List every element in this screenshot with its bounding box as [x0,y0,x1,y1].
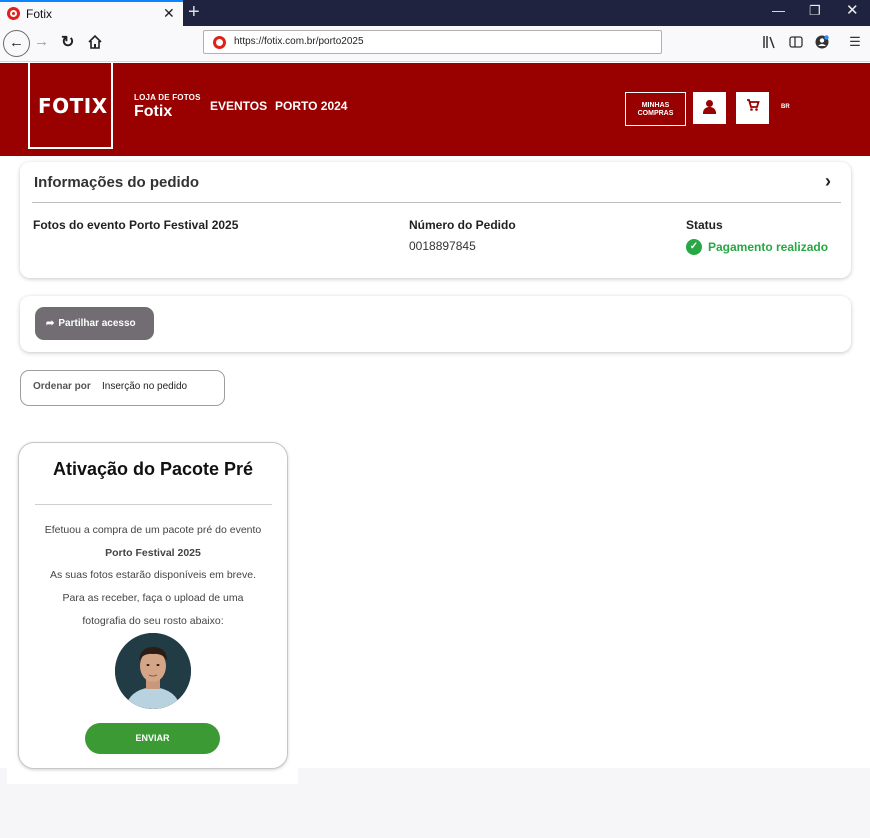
account-icon[interactable] [814,34,830,50]
divider [32,202,841,203]
library-icon[interactable] [762,34,778,50]
share-access-label: Partilhar acesso [58,318,136,329]
logo-text: FOTIX [38,94,108,118]
window-close-icon[interactable]: ✕ [846,3,859,19]
menu-hamburger-icon[interactable]: ☰ [847,34,863,50]
logo[interactable]: FOTIX [28,63,113,149]
browser-tab[interactable]: Fotix ✕ [0,0,183,26]
check-circle-icon: ✓ [686,239,702,255]
order-info-title: Informações do pedido [34,174,200,191]
nav-link-porto-2024[interactable]: PORTO 2024 [275,99,347,113]
package-text-line: As suas fotos estarão disponíveis em bre… [49,569,257,581]
window-minimize-icon[interactable]: — [772,3,785,19]
fotix-favicon-icon [7,7,20,20]
package-activation-card: Ativação do Pacote Pré Efetuou a compra … [18,442,288,769]
my-purchases-label-1: MINHAS [641,102,670,109]
package-text-line: Efetuou a compra de um pacote pré do eve… [44,524,262,536]
sort-select[interactable]: Ordenar por Inserção no pedido [20,370,225,406]
back-arrow-icon[interactable]: ← [3,30,30,57]
site-header: FOTIX LOJA DE FOTOS Fotix EVENTOS PORTO … [0,63,870,156]
browser-toolbar: ← → ↻ https://fotix.com.br/porto2025 ☰ [0,26,870,62]
order-info-card: Informações do pedido › Fotos do evento … [20,162,851,278]
status-label: Status [686,218,723,232]
new-tab-icon[interactable]: + [188,1,200,23]
nav-link-eventos[interactable]: EVENTOS [210,99,267,113]
my-purchases-label-2: COMPRAS [637,110,674,117]
package-event-name: Porto Festival 2025 [105,547,201,559]
share-access-card: ➦ Partilhar acesso [20,296,851,352]
package-title: Ativação do Pacote Pré [52,459,254,479]
site-favicon-icon [213,36,226,49]
browser-tab-strip: Fotix ✕ + — ❐ ✕ [0,0,870,26]
address-bar[interactable]: https://fotix.com.br/porto2025 [203,30,662,54]
order-number-label: Número do Pedido [409,218,516,232]
reload-icon[interactable]: ↻ [61,32,74,52]
url-text[interactable]: https://fotix.com.br/porto2025 [234,36,364,47]
card-column-background [7,768,298,784]
package-text-line: fotografia do seu rosto abaixo: [82,615,224,627]
sidebar-icon[interactable] [788,34,804,50]
cart-button[interactable] [736,92,769,124]
sort-value: Inserção no pedido [102,381,188,392]
face-photo-avatar[interactable] [115,633,191,709]
home-icon[interactable] [86,33,104,51]
user-account-button[interactable] [693,92,726,124]
store-caption: LOJA DE FOTOS [134,93,201,102]
language-selector[interactable]: BR [781,104,790,110]
divider [35,504,272,505]
send-button[interactable]: ENVIAR [85,723,220,754]
order-number-value: 0018897845 [409,239,476,253]
share-access-button[interactable]: ➦ Partilhar acesso [35,307,154,340]
order-event-name: Fotos do evento Porto Festival 2025 [33,218,239,232]
cart-icon [736,98,769,115]
sort-label: Ordenar por [33,381,91,392]
my-purchases-button[interactable]: MINHAS COMPRAS [625,92,686,126]
package-text-line: Para as receber, faça o upload de uma [62,592,244,604]
store-name: Fotix [134,103,173,120]
tab-close-icon[interactable]: ✕ [163,5,175,21]
tab-title: Fotix [26,7,53,21]
status-value: Pagamento realizado [708,240,829,254]
chevron-right-icon[interactable]: › [825,171,831,192]
window-restore-icon[interactable]: ❐ [809,3,821,19]
share-arrow-icon: ➦ [46,318,55,329]
forward-arrow-icon[interactable]: → [34,33,49,50]
